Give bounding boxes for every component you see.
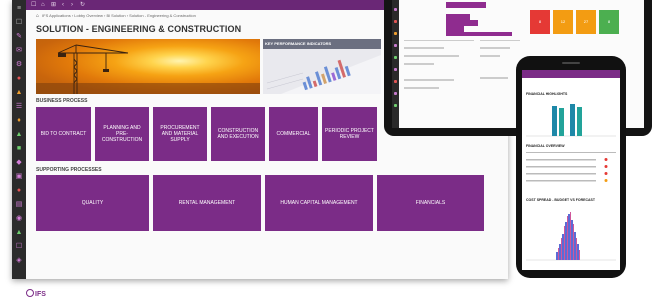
tile-human-capital-management[interactable]: HUMAN CAPITAL MANAGEMENT [265, 175, 373, 231]
home-icon[interactable]: ⌂ [41, 0, 45, 10]
nav-icon-8[interactable]: ▲ [14, 130, 24, 140]
breadcrumb-text[interactable]: IFS Applications › Lobby Overview › Bl S… [42, 13, 196, 18]
section-supporting-processes: SUPPORTING PROCESSES [36, 167, 102, 173]
bookmark-icon[interactable]: ☐ [14, 18, 24, 28]
back-icon[interactable]: ‹ [62, 0, 64, 10]
nav-icon-13[interactable]: ▤ [14, 200, 24, 210]
logo-text: IFS [35, 291, 46, 298]
menu-icon[interactable]: ≡ [14, 4, 24, 14]
cost-spread-chart [526, 212, 616, 261]
tile-construction-execution[interactable]: CONSTRUCTION AND EXECUTION [211, 107, 265, 161]
status-value: 8 [607, 19, 611, 24]
tile-rental-management[interactable]: RENTAL MANAGEMENT [153, 175, 261, 231]
status-value: 27 [583, 19, 589, 24]
tile-bid-to-contract[interactable]: BID TO CONTRACT [36, 107, 91, 161]
nav-icon-7[interactable]: ♦ [14, 116, 24, 126]
tablet-panel [404, 40, 474, 120]
navigation-rail: ≡ ☐ ✎ ✉ ⚙ ● ▲ ☰ ♦ ▲ ■ ◆ ▣ ● ▤ ◉ ▲ ☐ ◈ [12, 0, 26, 279]
nav-icon-16[interactable]: ☐ [14, 242, 24, 252]
kpi-illustration [266, 55, 381, 94]
tablet-bar [446, 2, 486, 8]
crane-silhouette [36, 44, 260, 94]
phone-device: FINANCIAL HIGHLIGHTS FINANCIAL OVERVIEW … [516, 56, 626, 278]
tile-planning-pre-construction[interactable]: PLANNING AND PRE-CONSTRUCTION [95, 107, 149, 161]
status-tile-orange[interactable]: 12 [553, 10, 573, 34]
nav-icon-2[interactable]: ✉ [14, 46, 24, 56]
status-tile-red[interactable]: 8 [530, 10, 550, 34]
cost-spread-title: COST SPREAD - BUDGET VS FORECAST [526, 198, 596, 202]
financial-overview-table [526, 152, 616, 182]
nav-icon-3[interactable]: ⚙ [14, 60, 24, 70]
financial-highlights-chart [526, 104, 616, 137]
home-icon[interactable]: ⌂ [36, 13, 39, 19]
section-business-process: BUSINESS PROCESS [36, 98, 88, 104]
status-tile-green[interactable]: 8 [599, 10, 619, 34]
financial-highlights-title: FINANCIAL HIGHLIGHTS [526, 92, 568, 96]
phone-screen: FINANCIAL HIGHLIGHTS FINANCIAL OVERVIEW … [522, 70, 620, 270]
hero-image [36, 39, 260, 94]
bookmark-icon[interactable]: ☐ [31, 0, 36, 10]
nav-icon-12[interactable]: ● [14, 186, 24, 196]
nav-icon-9[interactable]: ■ [14, 144, 24, 154]
nav-icon-15[interactable]: ▲ [14, 228, 24, 238]
tablet-bar [446, 32, 512, 36]
phone-topbar [522, 70, 620, 78]
breadcrumb[interactable]: ⌂ IFS Applications › Lobby Overview › Bl … [36, 13, 196, 19]
financial-overview-title: FINANCIAL OVERVIEW [526, 144, 565, 148]
grid-icon[interactable]: ⊞ [51, 0, 56, 10]
kpi-panel[interactable]: KEY PERFORMANCE INDICATORS [263, 39, 381, 94]
page-title: SOLUTION - ENGINEERING & CONSTRUCTION [36, 24, 242, 34]
nav-icon-4[interactable]: ● [14, 74, 24, 84]
tile-procurement-material-supply[interactable]: PROCUREMENT AND MATERIAL SUPPLY [153, 107, 207, 161]
nav-icon-6[interactable]: ☰ [14, 102, 24, 112]
tile-periodic-project-review[interactable]: PERIODIC PROJECT REVIEW [322, 107, 377, 161]
tile-commercial[interactable]: COMMERCIAL [269, 107, 318, 161]
nav-icon-5[interactable]: ▲ [14, 88, 24, 98]
status-value: 12 [560, 19, 566, 24]
tile-quality[interactable]: QUALITY [36, 175, 149, 231]
kpi-panel-title: KEY PERFORMANCE INDICATORS [263, 39, 381, 49]
forward-icon[interactable]: › [71, 0, 73, 10]
nav-icon-10[interactable]: ◆ [14, 158, 24, 168]
phone-speaker [562, 62, 580, 64]
nav-icon-14[interactable]: ◉ [14, 214, 24, 224]
ifs-logo: IFS [26, 289, 46, 298]
nav-icon-17[interactable]: ◈ [14, 256, 24, 266]
nav-icon-1[interactable]: ✎ [14, 32, 24, 42]
tile-financials[interactable]: FINANCIALS [377, 175, 484, 231]
tablet-panel [480, 40, 520, 120]
tablet-nav-rail [392, 0, 399, 128]
refresh-icon[interactable]: ↻ [80, 0, 85, 10]
status-tile-orange[interactable]: 27 [576, 10, 596, 34]
nav-icon-11[interactable]: ▣ [14, 172, 24, 182]
status-value: 8 [538, 19, 542, 24]
